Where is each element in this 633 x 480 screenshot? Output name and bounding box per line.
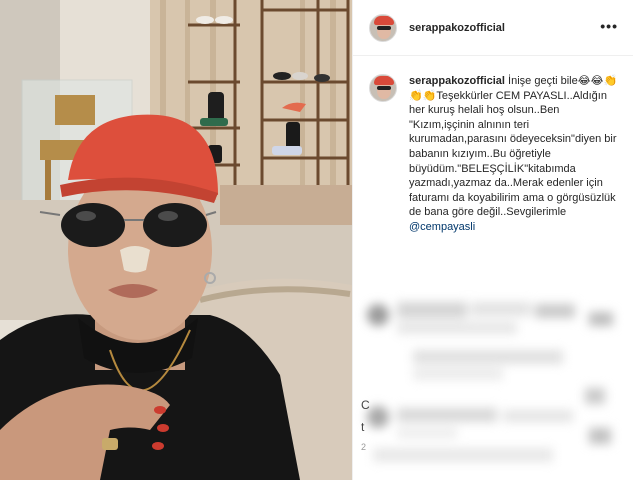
more-options-icon[interactable]: ••• xyxy=(600,18,618,34)
comment-fragment: t xyxy=(361,420,365,434)
avatar[interactable] xyxy=(369,13,397,42)
comment-fragment: C xyxy=(361,398,370,412)
caption-avatar[interactable] xyxy=(369,74,397,102)
caption-body: İnişe geçti bile😂😂👏👏👏Teşekkürler CEM PAY… xyxy=(409,75,618,219)
comments-section-blurred: C t 2 xyxy=(353,288,633,480)
post-details-panel: serappakozofficial ••• serappakozofficia… xyxy=(352,0,633,480)
comment-fragment: 2 xyxy=(361,442,367,452)
post-header: serappakozofficial ••• xyxy=(353,0,633,56)
caption: serappakozofficial İnişe geçti bile😂😂👏👏👏… xyxy=(369,74,623,235)
caption-mention-link[interactable]: @cempayasli xyxy=(409,220,623,235)
selfie-image xyxy=(0,0,352,480)
post-username[interactable]: serappakozofficial xyxy=(409,22,505,34)
caption-username[interactable]: serappakozofficial xyxy=(409,75,505,87)
post-photo[interactable] xyxy=(0,0,352,480)
caption-text: serappakozofficial İnişe geçti bile😂😂👏👏👏… xyxy=(409,74,623,235)
